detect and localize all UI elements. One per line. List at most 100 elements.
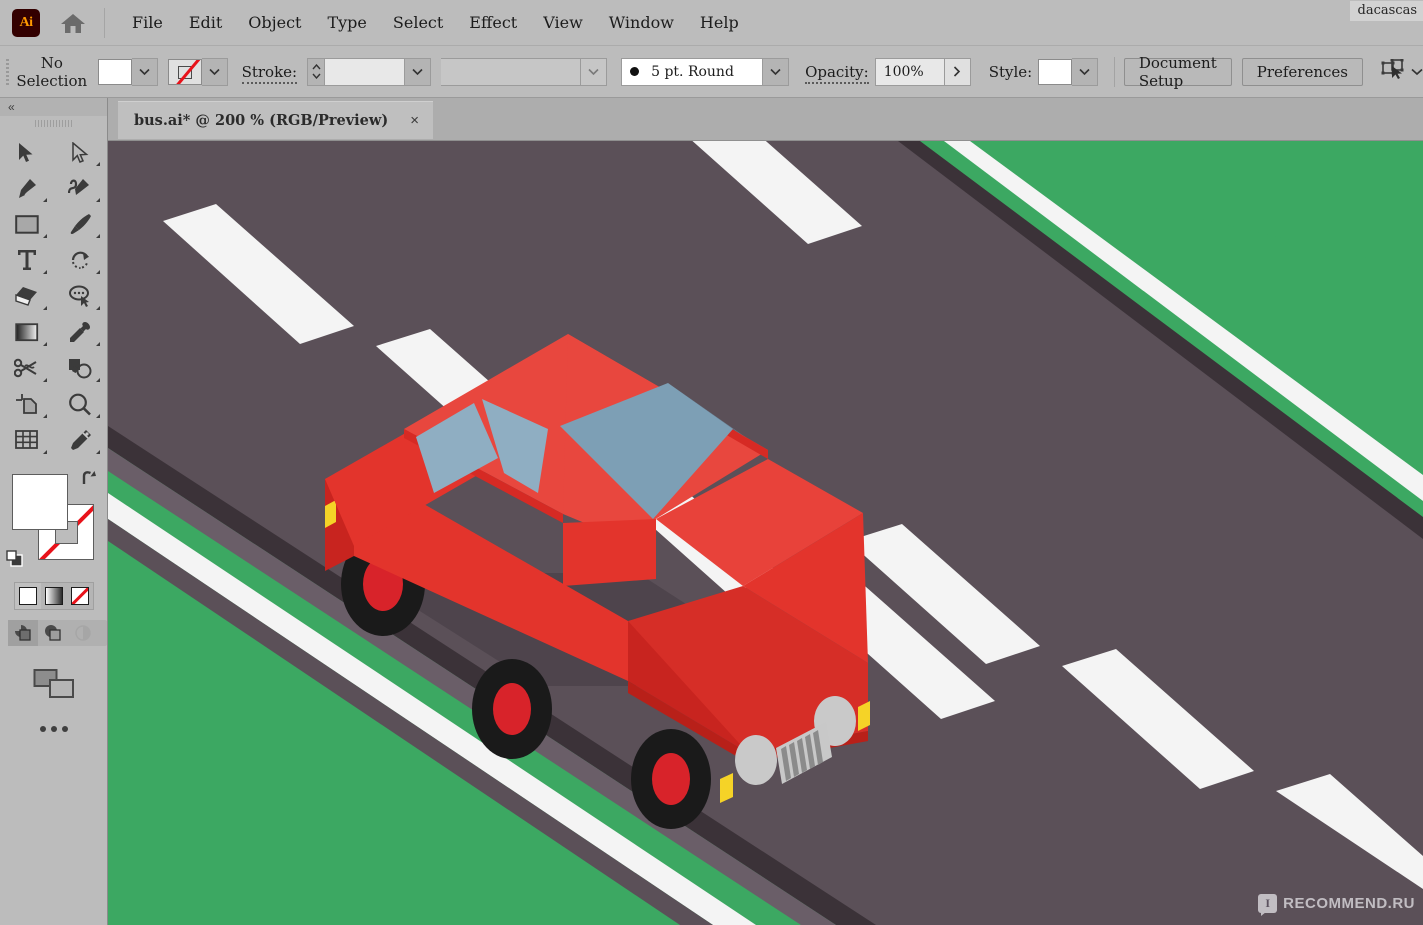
style-label: Style: [988, 62, 1033, 81]
profile-chevron-down-icon[interactable] [581, 57, 608, 86]
opacity-control[interactable]: 100% [874, 57, 971, 86]
selection-status-label: No Selection [16, 53, 88, 90]
eyedropper-tool[interactable] [54, 314, 108, 350]
menu-help[interactable]: Help [687, 7, 752, 38]
stroke-weight-control[interactable] [307, 57, 432, 86]
artboard-canvas[interactable]: I RECOMMEND.RU [108, 141, 1423, 925]
tool-row [0, 386, 107, 422]
menu-type[interactable]: Type [314, 7, 379, 38]
fill-color-swatch[interactable] [12, 474, 68, 530]
fill-dropdown-chevron-down-icon[interactable] [131, 57, 158, 86]
watermark-badge-icon: I [1258, 894, 1278, 916]
menu-view[interactable]: View [530, 7, 596, 38]
variable-width-profile-input[interactable] [441, 57, 582, 86]
menu-select[interactable]: Select [380, 7, 456, 38]
stroke-weight-chevron-down-icon[interactable] [405, 57, 432, 86]
tools-panel-header[interactable]: « [0, 98, 107, 116]
control-bar: No Selection Stroke: 5 pt. Round Opacity… [0, 45, 1423, 98]
brush-dot-icon [630, 67, 640, 76]
free-transform-tool[interactable] [54, 422, 108, 458]
menu-divider [104, 7, 105, 38]
shape-builder-tool[interactable] [54, 350, 108, 386]
brush-definition-label: 5 pt. Round [651, 63, 734, 80]
change-screen-mode-button[interactable] [0, 668, 107, 700]
document-setup-button[interactable]: Document Setup [1123, 54, 1232, 90]
stroke-weight-input[interactable] [325, 57, 406, 86]
tools-panel: « [0, 98, 108, 925]
pen-tool[interactable] [0, 170, 54, 206]
menu-window[interactable]: Window [596, 7, 687, 38]
graphic-style-swatch[interactable] [1038, 58, 1073, 85]
user-account-label[interactable]: dacascas [1349, 1, 1423, 21]
tool-row [0, 206, 107, 242]
default-fill-stroke-icon[interactable] [6, 550, 26, 568]
edit-toolbar-button[interactable] [0, 726, 107, 732]
tool-row [0, 170, 107, 206]
swap-fill-stroke-icon[interactable] [80, 470, 98, 491]
selection-tool[interactable] [0, 134, 54, 170]
type-tool[interactable] [0, 242, 54, 278]
opacity-expand-icon[interactable] [944, 57, 971, 86]
eraser-tool[interactable] [0, 278, 54, 314]
select-similar-chevron-down-icon[interactable] [1411, 63, 1423, 81]
scissors-tool[interactable] [0, 350, 54, 386]
select-similar-objects-icon[interactable] [1381, 58, 1407, 84]
control-divider [1114, 56, 1115, 87]
menu-effect[interactable]: Effect [456, 7, 530, 38]
preferences-button[interactable]: Preferences [1241, 57, 1363, 86]
rectangle-tool[interactable] [0, 206, 54, 242]
stroke-weight-stepper[interactable] [307, 57, 326, 86]
gradient-swatch-button[interactable] [41, 583, 67, 609]
opacity-label: Opacity: [805, 62, 869, 84]
watermark: I RECOMMEND.RU [1258, 894, 1415, 916]
control-bar-grip[interactable] [4, 56, 10, 87]
fill-control[interactable] [97, 57, 158, 86]
direct-selection-tool[interactable] [54, 134, 108, 170]
graphic-style-control[interactable] [1038, 57, 1099, 86]
variable-width-profile-control[interactable] [441, 57, 608, 86]
brush-definition-control[interactable]: 5 pt. Round [621, 57, 790, 86]
document-tab-title: bus.ai* @ 200 % (RGB/Preview) [134, 112, 389, 129]
headlight-left [735, 735, 777, 785]
collapse-panel-icon[interactable]: « [8, 100, 15, 114]
color-swatch-button[interactable] [15, 583, 41, 609]
stroke-swatch-none-icon[interactable] [167, 58, 202, 85]
stroke-label: Stroke: [241, 62, 298, 84]
app-logo-icon[interactable]: Ai [12, 8, 40, 37]
watermark-text: RECOMMEND.RU [1283, 895, 1415, 912]
tool-row [0, 278, 107, 314]
menu-edit[interactable]: Edit [176, 7, 235, 38]
illustrator-window: Ai File Edit Object Type Select Effect V… [0, 0, 1423, 925]
opacity-input[interactable]: 100% [874, 57, 945, 86]
curvature-tool[interactable] [54, 170, 108, 206]
select-similar-objects-control[interactable] [1381, 58, 1423, 84]
draw-normal-button[interactable] [8, 620, 38, 646]
gradient-tool[interactable] [0, 314, 54, 350]
document-tab[interactable]: bus.ai* @ 200 % (RGB/Preview) × [118, 101, 433, 139]
stroke-dropdown-chevron-down-icon[interactable] [201, 57, 228, 86]
fill-swatch[interactable] [97, 58, 132, 85]
style-chevron-down-icon[interactable] [1072, 57, 1099, 86]
menu-object[interactable]: Object [235, 7, 314, 38]
close-icon[interactable]: × [410, 113, 419, 128]
paintbrush-tool[interactable] [54, 206, 108, 242]
rotate-tool[interactable] [54, 242, 108, 278]
zoom-tool[interactable] [54, 386, 108, 422]
artboard-tool[interactable] [0, 386, 54, 422]
menu-file[interactable]: File [119, 7, 176, 38]
brush-definition-field[interactable]: 5 pt. Round [621, 57, 764, 86]
draw-behind-button[interactable] [38, 620, 68, 646]
none-swatch-button[interactable] [67, 583, 93, 609]
lasso-tool[interactable] [54, 278, 108, 314]
artwork-illustration [108, 141, 1423, 925]
tool-row [0, 314, 107, 350]
tool-list [0, 130, 107, 458]
color-mode-row [14, 582, 94, 610]
tools-panel-grip[interactable] [0, 116, 107, 130]
brush-chevron-down-icon[interactable] [763, 57, 790, 86]
perspective-grid-tool[interactable] [0, 422, 54, 458]
tool-row [0, 422, 107, 458]
stroke-color-control[interactable] [167, 57, 228, 86]
draw-inside-button[interactable] [68, 620, 98, 646]
home-icon[interactable] [58, 8, 88, 38]
